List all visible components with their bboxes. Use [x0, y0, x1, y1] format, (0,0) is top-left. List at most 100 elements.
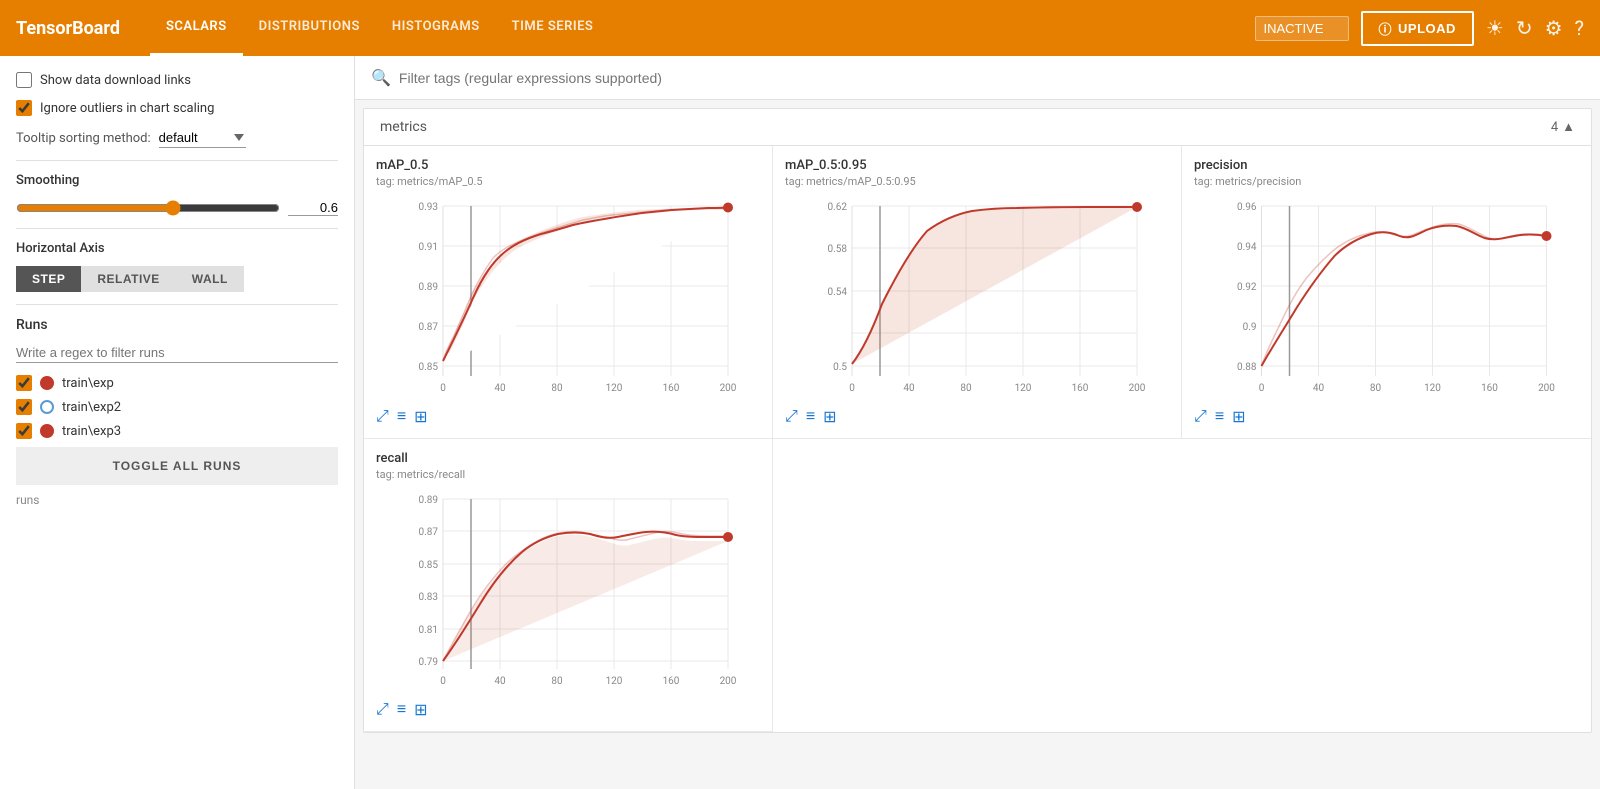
zoom-icon-4[interactable]: ⊞: [414, 699, 427, 719]
upload-button[interactable]: ⓘ UPLOAD: [1361, 11, 1474, 46]
svg-text:40: 40: [494, 383, 506, 394]
svg-text:0.91: 0.91: [419, 242, 439, 253]
svg-text:120: 120: [606, 676, 623, 687]
svg-text:0.89: 0.89: [419, 495, 439, 506]
svg-text:0.81: 0.81: [419, 625, 439, 636]
status-selector[interactable]: INACTIVE: [1255, 16, 1349, 41]
run-label-exp1: train\exp: [62, 376, 114, 391]
expand-icon-3[interactable]: ⤢: [1194, 406, 1207, 426]
content-area: 🔍 metrics 4 ▲ mAP_0.5 tag: metrics/mAP_0…: [355, 56, 1600, 789]
nav-time-series[interactable]: TIME SERIES: [496, 0, 610, 56]
svg-text:160: 160: [1481, 383, 1498, 394]
show-download-label[interactable]: Show data download links: [16, 72, 191, 88]
runs-filter-input[interactable]: [16, 343, 338, 363]
axis-step-button[interactable]: STEP: [16, 266, 81, 292]
zoom-icon-2[interactable]: ⊞: [823, 406, 836, 426]
zoom-icon[interactable]: ⊞: [414, 406, 427, 426]
svg-text:0.62: 0.62: [828, 202, 848, 213]
run-label-exp2: train\exp2: [62, 400, 121, 415]
search-icon: 🔍: [371, 68, 391, 87]
axis-buttons-group: STEP RELATIVE WALL: [16, 266, 338, 292]
run-circle-exp1: [40, 376, 54, 390]
expand-icon-4[interactable]: ⤢: [376, 699, 389, 719]
logo: TensorBoard: [16, 18, 120, 39]
svg-text:200: 200: [1538, 383, 1555, 394]
svg-text:0.85: 0.85: [419, 560, 439, 571]
svg-text:80: 80: [1370, 383, 1382, 394]
ignore-outliers-row: Ignore outliers in chart scaling: [16, 100, 338, 116]
data-icon-3[interactable]: ≡: [1215, 406, 1224, 426]
tooltip-sort-select[interactable]: default ascending descending nearest: [159, 128, 246, 148]
inactive-dropdown[interactable]: INACTIVE: [1255, 16, 1349, 41]
nav-histograms[interactable]: HISTOGRAMS: [376, 0, 496, 56]
svg-text:0.96: 0.96: [1237, 202, 1257, 213]
data-icon-2[interactable]: ≡: [806, 406, 815, 426]
expand-icon[interactable]: ⤢: [376, 406, 389, 426]
theme-icon[interactable]: ☀: [1486, 16, 1504, 40]
chart-map0595-tag: tag: metrics/mAP_0.5:0.95: [785, 175, 1169, 188]
refresh-icon[interactable]: ↻: [1516, 16, 1533, 40]
chart-map0595-title: mAP_0.5:0.95: [785, 158, 1169, 173]
metrics-section: metrics 4 ▲ mAP_0.5 tag: metrics/mAP_0.5: [363, 108, 1592, 733]
chart-recall-actions: ⤢ ≡ ⊞: [376, 699, 760, 719]
run-item-exp2[interactable]: train\exp2: [16, 399, 338, 415]
smoothing-title: Smoothing: [16, 173, 338, 188]
svg-text:0.9: 0.9: [1243, 322, 1257, 333]
svg-text:0.93: 0.93: [419, 202, 439, 213]
svg-text:160: 160: [663, 676, 680, 687]
svg-text:120: 120: [1015, 383, 1032, 394]
header-right: INACTIVE ⓘ UPLOAD ☀ ↻ ⚙ ?: [1255, 11, 1585, 46]
run-item-exp1[interactable]: train\exp: [16, 375, 338, 391]
svg-text:0.85: 0.85: [419, 362, 439, 373]
metrics-count-value: 4: [1551, 120, 1558, 135]
svg-text:0.58: 0.58: [828, 244, 848, 255]
smoothing-value-input[interactable]: [288, 200, 338, 216]
expand-icon-2[interactable]: ⤢: [785, 406, 798, 426]
axis-relative-button[interactable]: RELATIVE: [81, 266, 175, 292]
svg-text:0.92: 0.92: [1237, 282, 1257, 293]
charts-grid-row2: recall tag: metrics/recall: [364, 439, 1591, 732]
charts-grid-row1: mAP_0.5 tag: metrics/mAP_0.5: [364, 146, 1591, 439]
data-icon-4[interactable]: ≡: [397, 699, 406, 719]
svg-text:80: 80: [551, 676, 563, 687]
chart-precision-title: precision: [1194, 158, 1579, 173]
run-label-exp3: train\exp3: [62, 424, 121, 439]
show-download-checkbox[interactable]: [16, 72, 32, 88]
svg-text:0.87: 0.87: [419, 322, 439, 333]
run-item-exp3[interactable]: train\exp3: [16, 423, 338, 439]
svg-text:0.87: 0.87: [419, 527, 439, 538]
svg-text:120: 120: [606, 383, 623, 394]
svg-text:0.94: 0.94: [1237, 242, 1257, 253]
tooltip-label: Tooltip sorting method:: [16, 131, 151, 146]
chart-precision-svg: 0.96 0.94 0.92 0.9 0.88 0 40 80 120 160 …: [1194, 196, 1579, 396]
axis-wall-button[interactable]: WALL: [176, 266, 244, 292]
divider-3: [16, 304, 338, 305]
main-nav: SCALARS DISTRIBUTIONS HISTOGRAMS TIME SE…: [150, 0, 609, 56]
run-checkbox-exp1[interactable]: [16, 375, 32, 391]
main-layout: Show data download links Ignore outliers…: [0, 56, 1600, 789]
run-checkbox-exp2[interactable]: [16, 399, 32, 415]
svg-text:0.54: 0.54: [828, 287, 848, 298]
runs-footer: runs: [16, 493, 338, 507]
collapse-icon[interactable]: ▲: [1562, 119, 1575, 135]
run-circle-exp2: [40, 400, 54, 414]
settings-icon[interactable]: ⚙: [1545, 16, 1563, 40]
ignore-outliers-checkbox[interactable]: [16, 100, 32, 116]
toggle-all-runs-button[interactable]: TOGGLE ALL RUNS: [16, 447, 338, 485]
data-icon[interactable]: ≡: [397, 406, 406, 426]
run-checkbox-exp3[interactable]: [16, 423, 32, 439]
nav-distributions[interactable]: DISTRIBUTIONS: [243, 0, 376, 56]
chart-map05-title: mAP_0.5: [376, 158, 760, 173]
chart-map0595-svg: 0.62 0.58 0.54 0.5 0 40 80 120 160 200: [785, 196, 1169, 396]
nav-scalars[interactable]: SCALARS: [150, 0, 243, 56]
chart-map05-tag: tag: metrics/mAP_0.5: [376, 175, 760, 188]
help-icon[interactable]: ?: [1575, 16, 1584, 40]
chart-precision: precision tag: metrics/precision: [1182, 146, 1591, 439]
ignore-outliers-label[interactable]: Ignore outliers in chart scaling: [16, 100, 214, 116]
smoothing-row: [16, 200, 338, 216]
search-input[interactable]: [399, 70, 1584, 86]
smoothing-slider[interactable]: [16, 200, 280, 216]
zoom-icon-3[interactable]: ⊞: [1232, 406, 1245, 426]
sidebar: Show data download links Ignore outliers…: [0, 56, 355, 789]
svg-text:0: 0: [1259, 383, 1265, 394]
